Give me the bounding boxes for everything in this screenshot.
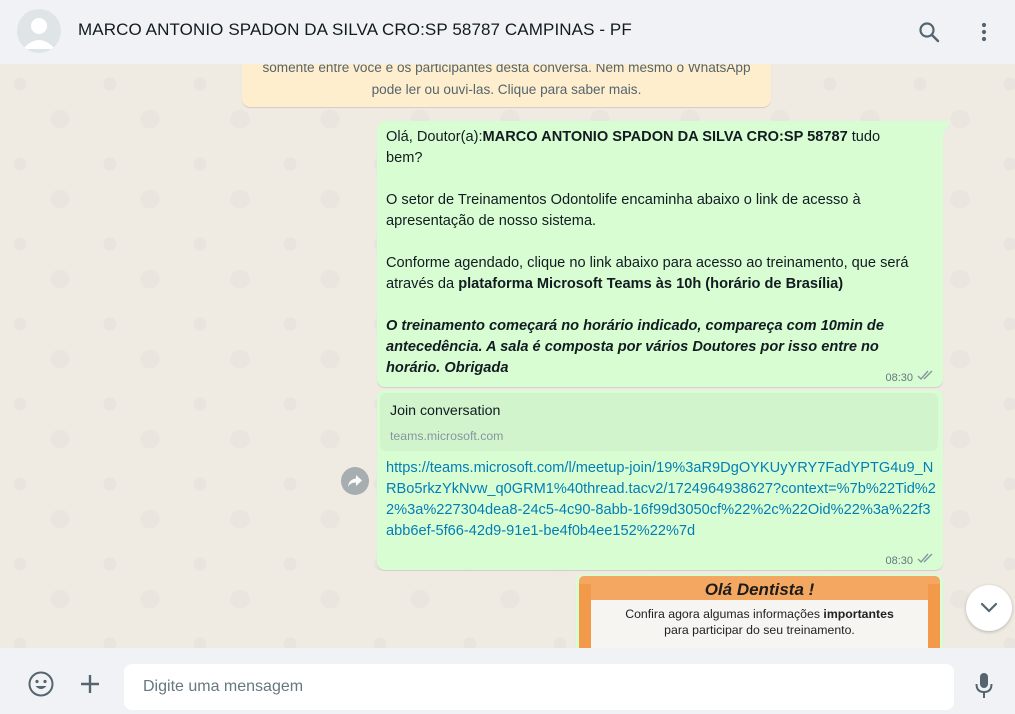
chat-header: MARCO ANTONIO SPADON DA SILVA CRO:SP 587…	[0, 0, 1015, 64]
image-message[interactable]: Olá Dentista ! Confira agora algumas inf…	[576, 574, 943, 648]
greeting-prefix: Olá, Doutor(a):	[386, 129, 483, 145]
link-preview-title: Join conversation	[390, 403, 501, 419]
doctor-name: MARCO ANTONIO SPADON DA SILVA CRO:SP 587…	[482, 129, 848, 145]
link-preview[interactable]: Join conversation teams.microsoft.com	[380, 393, 938, 451]
message-list[interactable]: somente entre você e os participantes de…	[0, 64, 1015, 648]
chevron-down-icon	[980, 602, 998, 613]
microphone-icon[interactable]	[970, 672, 998, 700]
outgoing-message[interactable]: Olá, Doutor(a):MARCO ANTONIO SPADON DA S…	[377, 121, 951, 387]
promo-sub-bold: importantes	[823, 607, 894, 621]
message-input[interactable]	[124, 664, 943, 710]
message-text: Olá, Doutor(a):MARCO ANTONIO SPADON DA S…	[386, 127, 916, 379]
encryption-notice-line2: pode ler ou ouvi-las. Clique para saber …	[371, 82, 642, 97]
encryption-notice[interactable]: somente entre você e os participantes de…	[242, 64, 771, 107]
emoji-icon[interactable]	[27, 670, 55, 698]
promo-title: Olá Dentista !	[704, 580, 815, 599]
attach-plus-icon[interactable]	[76, 670, 104, 698]
bubble-tail	[943, 121, 951, 134]
encryption-notice-line1: somente entre você e os participantes de…	[262, 64, 751, 75]
double-check-icon	[917, 553, 933, 564]
message-time: 08:30	[885, 555, 913, 567]
promo-sub-line2: para participar do seu treinamento.	[664, 623, 855, 637]
contact-avatar[interactable]	[17, 9, 61, 53]
meeting-link[interactable]: https://teams.microsoft.com/l/meetup-joi…	[386, 458, 938, 542]
message-time: 08:30	[885, 372, 913, 384]
message-paragraph: O setor de Treinamentos Odontolife encam…	[386, 192, 861, 229]
scroll-down-button[interactable]	[966, 585, 1012, 631]
platform-info: plataforma Microsoft Teams às 10h (horár…	[458, 276, 844, 292]
contact-name[interactable]: MARCO ANTONIO SPADON DA SILVA CRO:SP 587…	[78, 20, 632, 40]
forward-icon[interactable]	[341, 467, 369, 495]
outgoing-message[interactable]: Join conversation teams.microsoft.com ht…	[377, 390, 943, 570]
menu-icon[interactable]	[970, 18, 998, 46]
promo-image[interactable]: Olá Dentista ! Confira agora algumas inf…	[579, 576, 940, 648]
promo-sub-prefix: Confira agora algumas informações	[625, 607, 824, 621]
link-preview-domain: teams.microsoft.com	[390, 429, 504, 443]
search-icon[interactable]	[915, 18, 943, 46]
composer-bar	[0, 648, 1015, 714]
message-input-box[interactable]	[124, 664, 954, 710]
double-check-icon	[917, 370, 933, 381]
training-notice: O treinamento começará no horário indica…	[386, 318, 884, 376]
promo-subtitle: Confira agora algumas informações import…	[579, 606, 940, 638]
